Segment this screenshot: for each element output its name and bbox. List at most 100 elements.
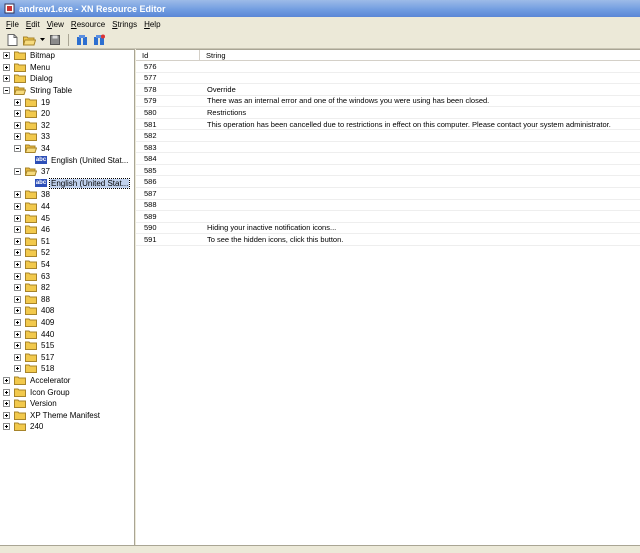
tree-node[interactable]: 37 [0,166,134,178]
expand-icon[interactable] [3,411,10,419]
table-row[interactable]: 581 This operation has been cancelled due… [136,119,640,131]
folder-icon [25,214,37,223]
expand-icon[interactable] [14,365,21,373]
tree-node[interactable]: 46 [0,224,134,236]
expand-icon[interactable] [14,226,21,234]
tree-node[interactable]: 409 [0,317,134,329]
string-list[interactable]: Id String 576 577 578 Override 579 There was … [136,49,640,545]
table-row[interactable]: 577 [136,73,640,85]
collapse-icon[interactable] [3,87,10,95]
collapse-icon[interactable] [14,168,21,176]
properties-icon[interactable] [75,34,89,47]
tree-node[interactable]: Version [0,398,134,410]
table-row[interactable]: 586 [136,176,640,189]
expand-icon[interactable] [3,423,10,431]
expand-icon[interactable] [14,237,21,245]
expand-icon[interactable] [3,388,10,396]
tree-node[interactable]: Bitmap [0,50,134,62]
tree-node[interactable]: 517 [0,351,134,363]
tree-node[interactable]: 515 [0,340,134,352]
expand-icon[interactable] [14,330,21,338]
expand-icon[interactable] [14,353,21,361]
tree-node[interactable]: 54 [0,259,134,271]
new-file-icon[interactable] [5,34,19,47]
expand-icon[interactable] [14,110,21,118]
expand-icon[interactable] [3,75,10,83]
table-row[interactable]: 590 Hiding your inactive notification ico… [136,223,640,235]
expand-icon[interactable] [14,284,21,292]
properties-alt-icon[interactable] [92,34,106,47]
table-row[interactable]: 587 [136,188,640,200]
table-row[interactable]: 578 Override [136,84,640,96]
folder-icon [14,74,26,84]
menu-item-resource[interactable]: Resource [71,20,105,29]
table-row[interactable]: 585 [136,165,640,177]
tree-node[interactable]: 44 [0,201,134,213]
tree-node[interactable]: 45 [0,212,134,224]
tree-node[interactable]: 51 [0,236,134,248]
expand-icon[interactable] [14,121,21,129]
table-row[interactable]: 576 [136,61,640,73]
menu-item-view[interactable]: View [47,20,64,29]
expand-icon[interactable] [14,98,21,106]
tree-node[interactable]: 63 [0,270,134,282]
tree-node[interactable]: 240 [0,421,134,433]
tree-node[interactable]: Menu [0,62,134,74]
expand-icon[interactable] [3,400,10,408]
tree-node[interactable]: 88 [0,293,134,305]
table-row[interactable]: 589 [136,211,640,223]
tree-node[interactable]: 33 [0,131,134,143]
tree-node[interactable]: 34 [0,143,134,155]
tree-node[interactable]: 52 [0,247,134,259]
tree-node[interactable]: XP Theme Manifest [0,409,134,421]
menu-item-edit[interactable]: Edit [26,20,40,29]
table-row[interactable]: 582 [136,130,640,142]
tree-node[interactable]: 20 [0,108,134,120]
expand-icon[interactable] [3,63,10,71]
resource-tree[interactable]: Bitmap Menu Dialog String Table 19 20 32 33 34 ab… [0,49,135,545]
table-row[interactable]: 580 Restrictions [136,107,640,119]
expand-icon[interactable] [14,295,21,303]
table-row[interactable]: 579 There was an internal error and one o… [136,96,640,108]
menu-item-file[interactable]: File [6,20,19,29]
expand-icon[interactable] [14,318,21,326]
tree-node[interactable]: 408 [0,305,134,317]
expand-icon[interactable] [14,214,21,222]
column-header-string[interactable]: String [200,50,640,60]
expand-icon[interactable] [3,376,10,384]
menu-item-strings[interactable]: Strings [112,20,137,29]
expand-icon[interactable] [14,260,21,268]
tree-node[interactable]: Dialog [0,73,134,85]
tree-node[interactable]: abc English (United Stat... [0,177,134,190]
table-row[interactable]: 584 [136,153,640,165]
dropdown-arrow-icon[interactable] [39,34,45,47]
tree-node[interactable]: String Table [0,85,134,97]
expand-icon[interactable] [14,191,21,199]
tree-node[interactable]: Accelerator [0,375,134,387]
collapse-icon[interactable] [14,145,21,153]
tree-node[interactable]: Icon Group [0,386,134,398]
expand-icon[interactable] [14,307,21,315]
tree-node[interactable]: 32 [0,120,134,132]
expand-icon[interactable] [14,133,21,141]
menu-item-help[interactable]: Help [144,20,160,29]
table-row[interactable]: 591 To see the hidden icons, click this b… [136,234,640,246]
expand-icon[interactable] [14,203,21,211]
open-folder-icon[interactable] [22,34,36,47]
tree-node[interactable]: 518 [0,363,134,375]
tree-node[interactable]: 440 [0,328,134,340]
table-row[interactable]: 583 [136,142,640,154]
tree-node[interactable]: 82 [0,282,134,294]
tree-node[interactable]: 38 [0,189,134,201]
column-header-id[interactable]: Id [136,50,200,60]
save-icon[interactable] [48,34,62,47]
expand-icon[interactable] [14,342,21,350]
tree-node[interactable]: 19 [0,96,134,108]
tree-node-label: 82 [41,283,50,293]
expand-icon[interactable] [14,272,21,280]
tree-node[interactable]: abc English (United Stat... [0,154,134,166]
expand-icon[interactable] [14,249,21,257]
expand-icon[interactable] [3,52,10,60]
tree-node-label: 33 [41,132,50,142]
table-row[interactable]: 588 [136,200,640,212]
